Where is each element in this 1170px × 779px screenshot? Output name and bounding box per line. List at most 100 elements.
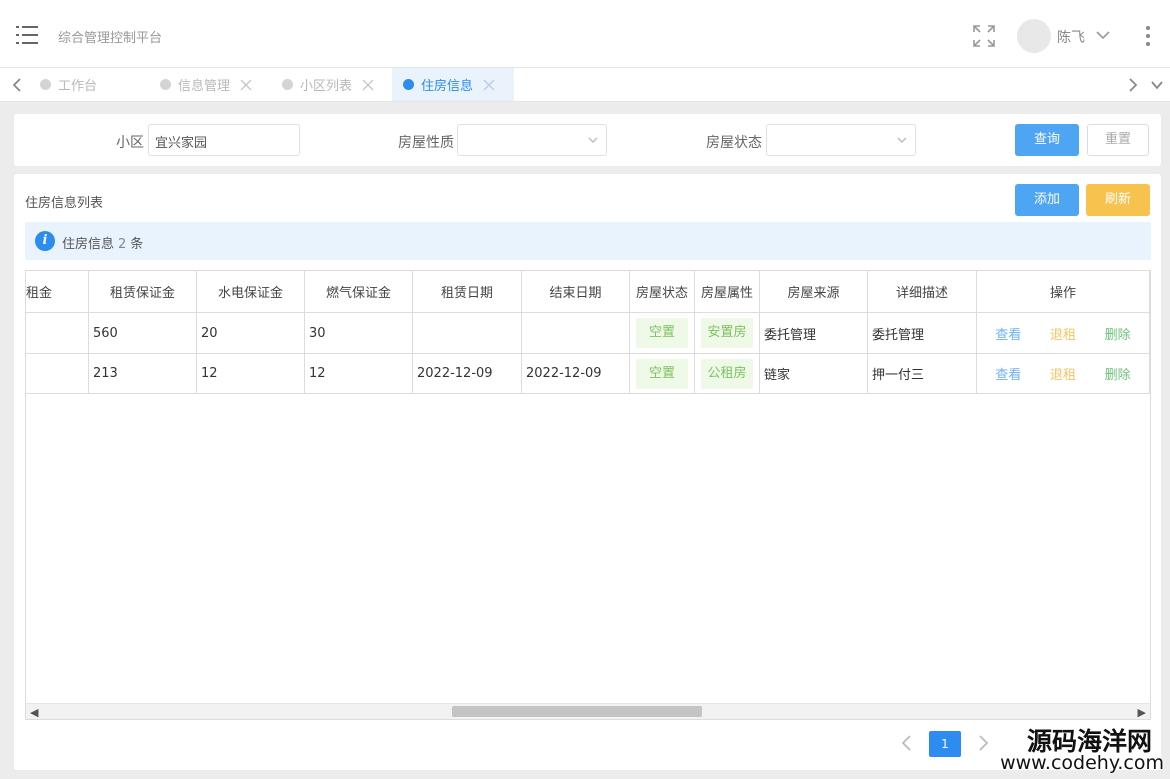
info-prefix: 住房信息	[62, 237, 115, 252]
cell-gas-deposit: 30	[305, 313, 413, 353]
view-link[interactable]: 查看	[995, 364, 1021, 383]
tab-label: 小区列表	[300, 79, 353, 94]
prev-page-icon[interactable]	[900, 734, 914, 752]
close-icon[interactable]	[240, 79, 252, 91]
column-header-description: 详细描述	[868, 271, 977, 312]
close-icon[interactable]	[362, 79, 374, 91]
cell-rent	[26, 313, 89, 353]
housing-table: 租金 租赁保证金 水电保证金 燃气保证金 租赁日期 结束日期 房屋状态 房屋属性…	[25, 270, 1151, 720]
info-suffix: 条	[130, 237, 144, 252]
cell-description: 委托管理	[868, 313, 977, 353]
scroll-right-icon[interactable]: ▶	[1138, 706, 1146, 719]
watermark: 源码海洋网 www.codehy.com	[966, 722, 1166, 776]
user-name[interactable]: 陈飞	[1057, 27, 1085, 47]
column-header-utility-deposit: 水电保证金	[197, 271, 305, 312]
cell-attribute: 安置房	[695, 313, 760, 353]
status-select[interactable]	[766, 124, 916, 156]
community-input-value: 宜兴家园	[155, 136, 208, 151]
table-row: 213 12 12 2022-12-09 2022-12-09 空置 公租房 链…	[26, 353, 1150, 394]
tab-dot-icon	[282, 79, 293, 90]
info-text: 住房信息 2 条	[62, 233, 143, 252]
table-header-row: 租金 租赁保证金 水电保证金 燃气保证金 租赁日期 结束日期 房屋状态 房屋属性…	[26, 271, 1150, 312]
search-panel: 小区 宜兴家园 房屋性质 房屋状态 查询 重置	[14, 114, 1161, 166]
cell-rent-deposit: 560	[89, 313, 197, 353]
tab-label: 住房信息	[421, 79, 474, 94]
column-header-status: 房屋状态	[630, 271, 695, 312]
horizontal-scrollbar[interactable]: ◀ ▶	[26, 703, 1150, 719]
watermark-url: www.codehy.com	[1000, 752, 1164, 774]
list-panel: 住房信息列表 添加 刷新 i 住房信息 2 条 租金 租赁保证金 水电保证金 燃气保…	[14, 174, 1161, 770]
column-header-gas-deposit: 燃气保证金	[305, 271, 413, 312]
delete-link[interactable]: 删除	[1105, 324, 1131, 343]
close-icon[interactable]	[483, 79, 495, 91]
tab-menu-chevron-icon[interactable]	[1150, 77, 1164, 93]
cell-end-date: 2022-12-09	[522, 354, 630, 393]
info-alert: i 住房信息 2 条	[25, 222, 1151, 260]
cell-utility-deposit: 20	[197, 313, 305, 353]
tab-community-list[interactable]: 小区列表	[282, 68, 374, 101]
tab-label: 工作台	[58, 79, 98, 94]
list-title: 住房信息列表	[25, 196, 104, 211]
end-lease-link[interactable]: 退租	[1050, 324, 1076, 343]
delete-link[interactable]: 删除	[1105, 364, 1131, 383]
top-header: 综合管理控制平台 陈飞	[0, 0, 1170, 68]
column-header-rent-deposit: 租赁保证金	[89, 271, 197, 312]
cell-source: 委托管理	[760, 313, 868, 353]
tab-label: 信息管理	[178, 79, 231, 94]
chevron-down-icon	[897, 137, 907, 143]
cell-actions: 查看 退租 删除	[977, 313, 1150, 353]
column-header-source: 房屋来源	[760, 271, 868, 312]
info-count: 2	[118, 237, 127, 252]
nature-select[interactable]	[457, 124, 607, 156]
tab-info-management[interactable]: 信息管理	[160, 68, 252, 101]
tab-housing-info[interactable]: 住房信息	[392, 68, 514, 101]
attribute-tag: 公租房	[701, 358, 753, 389]
cell-lease-date: 2022-12-09	[413, 354, 522, 393]
table-row: 560 20 30 空置 安置房 委托管理 委托管理 查看 退租 删除	[26, 312, 1150, 353]
cell-rent-deposit: 213	[89, 354, 197, 393]
scrollbar-thumb[interactable]	[452, 706, 702, 717]
cell-status: 空置	[630, 354, 695, 393]
cell-description: 押一付三	[868, 354, 977, 393]
community-label: 小区	[116, 135, 144, 151]
view-link[interactable]: 查看	[995, 324, 1021, 343]
cell-actions: 查看 退租 删除	[977, 354, 1150, 393]
reset-button[interactable]: 重置	[1087, 124, 1149, 156]
tab-bar: 工作台 信息管理 小区列表 住房信息	[0, 68, 1170, 102]
cell-gas-deposit: 12	[305, 354, 413, 393]
tab-dot-icon	[160, 79, 171, 90]
more-vertical-icon[interactable]	[1145, 26, 1151, 46]
scroll-left-icon[interactable]: ◀	[30, 706, 38, 719]
cell-attribute: 公租房	[695, 354, 760, 393]
fullscreen-icon[interactable]	[972, 24, 996, 48]
query-button[interactable]: 查询	[1015, 124, 1079, 156]
avatar[interactable]	[1017, 19, 1051, 53]
cell-lease-date	[413, 313, 522, 353]
tab-dot-icon	[40, 79, 51, 90]
tab-dot-icon	[403, 79, 414, 90]
column-header-attribute: 房屋属性	[695, 271, 760, 312]
chevron-down-icon[interactable]	[1096, 30, 1110, 40]
column-header-rent: 租金	[26, 271, 89, 312]
tab-scroll-left-icon[interactable]	[10, 77, 24, 93]
tab-workbench[interactable]: 工作台	[40, 68, 97, 101]
attribute-tag: 安置房	[701, 318, 753, 348]
app-title: 综合管理控制平台	[58, 31, 163, 46]
cell-rent	[26, 354, 89, 393]
cell-end-date	[522, 313, 630, 353]
cell-utility-deposit: 12	[197, 354, 305, 393]
tab-scroll-right-icon[interactable]	[1126, 77, 1140, 93]
end-lease-link[interactable]: 退租	[1050, 364, 1076, 383]
add-button[interactable]: 添加	[1015, 184, 1079, 216]
cell-source: 链家	[760, 354, 868, 393]
status-label: 房屋状态	[706, 135, 762, 151]
status-tag: 空置	[636, 318, 688, 348]
menu-toggle-icon[interactable]	[16, 26, 38, 44]
column-header-end-date: 结束日期	[522, 271, 630, 312]
status-tag: 空置	[636, 358, 688, 389]
nature-label: 房屋性质	[398, 135, 454, 151]
column-header-lease-date: 租赁日期	[413, 271, 522, 312]
page-number-current[interactable]: 1	[929, 731, 961, 757]
refresh-button[interactable]: 刷新	[1086, 184, 1150, 216]
community-input[interactable]: 宜兴家园	[148, 124, 300, 156]
